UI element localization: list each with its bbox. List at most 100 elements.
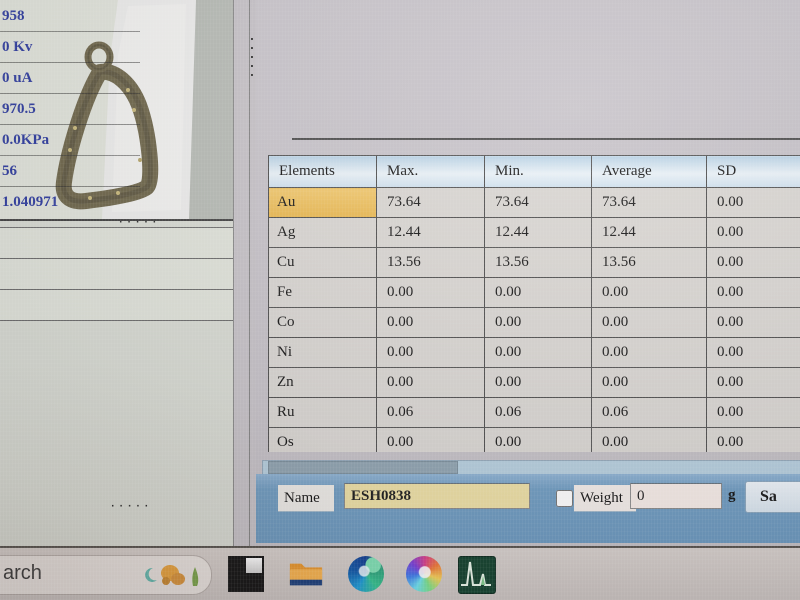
table-row[interactable]: Au 73.64 73.64 73.64 0.00 bbox=[269, 188, 800, 218]
readout-value: 0 uA bbox=[0, 63, 140, 93]
element-cell: Co bbox=[269, 308, 377, 338]
readout-row: 0 uA bbox=[0, 63, 140, 94]
edge-browser-icon[interactable] bbox=[348, 556, 384, 592]
xrf-analyzer-window: 958 0 Kv 0 uA 970.5 0.0KPa 56 1.040971 ·… bbox=[0, 0, 800, 548]
max-cell: 0.00 bbox=[377, 278, 485, 308]
sd-cell: 0.00 bbox=[707, 338, 800, 368]
min-cell: 0.00 bbox=[485, 368, 592, 398]
table-row[interactable]: Zn 0.00 0.00 0.00 0.00 bbox=[269, 368, 800, 398]
max-cell: 12.44 bbox=[377, 218, 485, 248]
min-cell: 0.00 bbox=[485, 338, 592, 368]
table-row[interactable]: Ni 0.00 0.00 0.00 0.00 bbox=[269, 338, 800, 368]
weight-checkbox[interactable] bbox=[556, 490, 573, 507]
copilot-icon[interactable] bbox=[406, 556, 442, 592]
file-explorer-icon[interactable] bbox=[288, 556, 324, 592]
element-cell: Zn bbox=[269, 368, 377, 398]
horizontal-scrollbar[interactable] bbox=[262, 460, 800, 475]
element-cell: Os bbox=[269, 428, 377, 453]
readout-row: 970.5 bbox=[0, 94, 140, 125]
header-max: Max. bbox=[377, 156, 485, 188]
readout-row: 1.040971 bbox=[0, 187, 140, 217]
max-cell: 73.64 bbox=[377, 188, 485, 218]
sd-cell: 0.00 bbox=[707, 278, 800, 308]
camera-view: 958 0 Kv 0 uA 970.5 0.0KPa 56 1.040971 bbox=[0, 0, 233, 221]
xrf-app-icon[interactable] bbox=[458, 556, 496, 594]
table-row[interactable]: Co 0.00 0.00 0.00 0.00 bbox=[269, 308, 800, 338]
element-cell: Au bbox=[269, 188, 377, 218]
black-app-icon[interactable] bbox=[228, 556, 264, 592]
average-cell: 0.00 bbox=[592, 338, 707, 368]
results-panel: Elements Max. Min. Average SD Au 73.64 7… bbox=[256, 0, 800, 546]
table-row[interactable]: Os 0.00 0.00 0.00 0.00 bbox=[269, 428, 800, 453]
table-header-row: Elements Max. Min. Average SD bbox=[269, 156, 800, 188]
max-cell: 0.00 bbox=[377, 308, 485, 338]
photographed-screen: 958 0 Kv 0 uA 970.5 0.0KPa 56 1.040971 ·… bbox=[0, 0, 800, 600]
sample-info-bar: Name Weight g Sa bbox=[256, 474, 800, 543]
taskbar-search[interactable]: arch bbox=[0, 555, 212, 595]
min-cell: 73.64 bbox=[485, 188, 592, 218]
results-table-body: Au 73.64 73.64 73.64 0.00 Ag 12.44 12.44… bbox=[269, 188, 800, 453]
average-cell: 0.06 bbox=[592, 398, 707, 428]
taskbar: arch bbox=[0, 548, 800, 600]
readout-row: 958 bbox=[0, 1, 140, 32]
min-cell: 12.44 bbox=[485, 218, 592, 248]
max-cell: 13.56 bbox=[377, 248, 485, 278]
weight-unit-label: g bbox=[728, 487, 736, 504]
sd-cell: 0.00 bbox=[707, 188, 800, 218]
header-min: Min. bbox=[485, 156, 592, 188]
header-average: Average bbox=[592, 156, 707, 188]
readout-value: 970.5 bbox=[0, 94, 140, 124]
min-cell: 0.06 bbox=[485, 398, 592, 428]
sample-name-input[interactable] bbox=[344, 483, 530, 509]
element-cell: Ag bbox=[269, 218, 377, 248]
min-cell: 0.00 bbox=[485, 428, 592, 453]
readout-value: 0.0KPa bbox=[0, 125, 140, 155]
average-cell: 0.00 bbox=[592, 278, 707, 308]
average-cell: 12.44 bbox=[592, 218, 707, 248]
folder-icon bbox=[288, 556, 324, 592]
max-cell: 0.00 bbox=[377, 368, 485, 398]
sd-cell: 0.00 bbox=[707, 368, 800, 398]
max-cell: 0.00 bbox=[377, 338, 485, 368]
element-cell: Ru bbox=[269, 398, 377, 428]
name-label: Name bbox=[278, 485, 334, 511]
save-button[interactable]: Sa bbox=[745, 481, 800, 513]
readout-value: 56 bbox=[0, 156, 140, 186]
collapse-dots-bottom[interactable]: ····· bbox=[110, 502, 152, 512]
max-cell: 0.00 bbox=[377, 428, 485, 453]
weight-label: Weight bbox=[574, 485, 636, 511]
min-cell: 13.56 bbox=[485, 248, 592, 278]
max-cell: 0.06 bbox=[377, 398, 485, 428]
panel-splitter[interactable] bbox=[249, 0, 254, 546]
empty-list-row bbox=[0, 228, 233, 259]
search-daily-image-icon bbox=[143, 560, 203, 590]
readout-value: 0 Kv bbox=[0, 32, 140, 62]
average-cell: 0.00 bbox=[592, 308, 707, 338]
table-row[interactable]: Fe 0.00 0.00 0.00 0.00 bbox=[269, 278, 800, 308]
empty-list-row bbox=[0, 290, 233, 321]
element-cell: Cu bbox=[269, 248, 377, 278]
sd-cell: 0.00 bbox=[707, 248, 800, 278]
readout-row: 56 bbox=[0, 156, 140, 187]
min-cell: 0.00 bbox=[485, 308, 592, 338]
scrollbar-thumb[interactable] bbox=[268, 461, 458, 474]
sd-cell: 0.00 bbox=[707, 428, 800, 453]
weight-input[interactable] bbox=[630, 483, 722, 509]
readout-value: 958 bbox=[0, 1, 140, 31]
min-cell: 0.00 bbox=[485, 278, 592, 308]
table-row[interactable]: Cu 13.56 13.56 13.56 0.00 bbox=[269, 248, 800, 278]
search-label: arch bbox=[3, 562, 42, 585]
results-table: Elements Max. Min. Average SD Au 73.64 7… bbox=[268, 155, 800, 452]
camera-panel: 958 0 Kv 0 uA 970.5 0.0KPa 56 1.040971 ·… bbox=[0, 0, 234, 546]
readout-row: 0 Kv bbox=[0, 32, 140, 63]
readout-row: 0.0KPa bbox=[0, 125, 140, 156]
empty-list-row bbox=[0, 259, 233, 290]
average-cell: 73.64 bbox=[592, 188, 707, 218]
header-sd: SD bbox=[707, 156, 800, 188]
spectrum-peaks-icon bbox=[459, 557, 493, 591]
splitter-grip-icon bbox=[251, 38, 253, 80]
table-row[interactable]: Ag 12.44 12.44 12.44 0.00 bbox=[269, 218, 800, 248]
empty-result-list bbox=[0, 227, 233, 321]
average-cell: 13.56 bbox=[592, 248, 707, 278]
table-row[interactable]: Ru 0.06 0.06 0.06 0.00 bbox=[269, 398, 800, 428]
